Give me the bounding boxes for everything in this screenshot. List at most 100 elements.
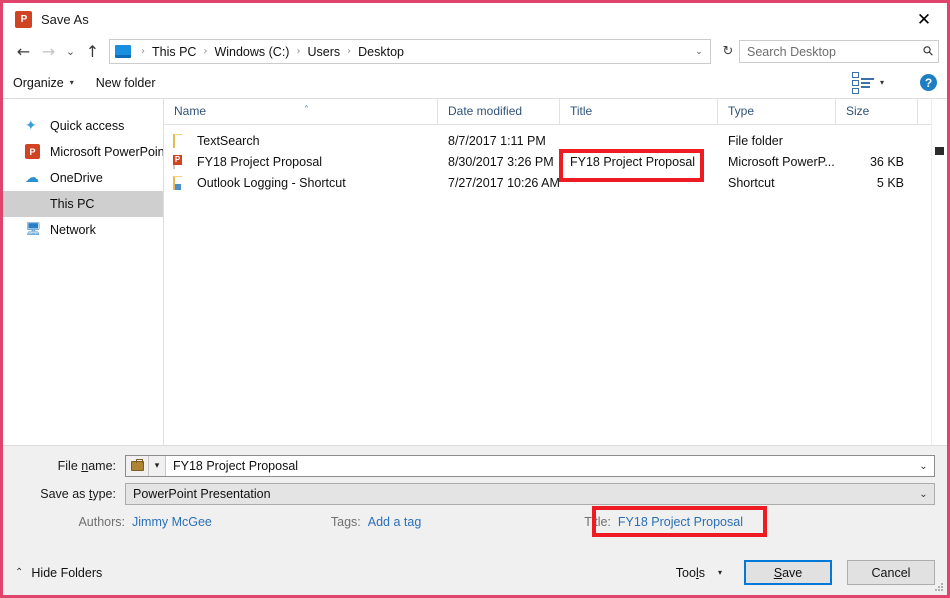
authors-label: Authors: [3,515,125,529]
sidebar-item-label: Quick access [50,119,124,133]
hide-folders-label: Hide Folders [31,566,102,580]
column-header-type[interactable]: Type [718,99,836,124]
column-header-label: Size [846,104,869,118]
save-button[interactable]: Save [744,560,832,585]
save-as-dialog: P Save As ✕ ← → ⌄ ↑ › This PC › Windows … [0,0,950,598]
file-name-row: File name: ▾ FY18 Project Proposal ⌄ [3,455,947,477]
file-name-input[interactable]: ▾ FY18 Project Proposal ⌄ [125,455,935,477]
column-header-name[interactable]: Name ˄ [164,99,438,124]
refresh-icon[interactable]: ↻ [717,40,739,63]
cancel-button[interactable]: Cancel [847,560,935,585]
chevron-down-icon: ▾ [70,78,74,87]
file-rows: TextSearch 8/7/2017 1:11 PM File folder … [164,125,947,445]
chevron-down-icon[interactable]: ▾ [149,456,166,476]
file-list-pane: Name ˄ Date modified Title Type Size [164,99,947,445]
scrollbar-thumb[interactable] [935,147,944,155]
chevron-down-icon: ▾ [880,78,884,87]
chevron-down-icon[interactable]: ⌄ [688,41,710,62]
table-row[interactable]: Outlook Logging - Shortcut 7/27/2017 10:… [164,172,947,193]
organize-button[interactable]: Organize ▾ [13,76,74,90]
new-folder-label: New folder [96,76,156,90]
tools-button[interactable]: Tools ▾ [667,561,731,585]
recent-locations-button[interactable]: ⌄ [61,39,80,64]
save-as-type-select[interactable]: PowerPoint Presentation ⌄ [125,483,935,505]
label-part: Too [676,566,696,580]
breadcrumb-separator: › [135,46,151,57]
computer-icon [25,196,41,212]
onedrive-cloud-icon: ☁ [25,170,41,186]
size-cell: 5 KB [836,176,918,190]
search-input[interactable]: Search Desktop ⚲ [739,40,939,63]
window-title: Save As [41,12,89,27]
close-icon[interactable]: ✕ [901,3,947,36]
sidebar-item-microsoft-powerpoint[interactable]: P Microsoft PowerPoin [3,139,163,165]
access-key: S [774,566,782,580]
help-icon[interactable]: ? [920,74,937,91]
label-part: ame: [88,459,116,473]
table-row[interactable]: FY18 Project Proposal 8/30/2017 3:26 PM … [164,151,947,172]
organize-label: Organize [13,76,64,90]
chevron-down-icon[interactable]: ⌄ [913,456,934,476]
breadcrumb-desktop[interactable]: Desktop [357,45,405,59]
date-modified-cell: 8/7/2017 1:11 PM [438,134,560,148]
address-bar[interactable]: › This PC › Windows (C:) › Users › Deskt… [109,39,711,64]
back-button[interactable]: ← [11,39,36,64]
sidebar-item-onedrive[interactable]: ☁ OneDrive [3,165,163,191]
breadcrumb-separator: › [197,46,213,57]
file-name-cell: TextSearch [164,134,438,148]
type-cell: Microsoft PowerP... [718,155,836,169]
save-as-type-row: Save as type: PowerPoint Presentation ⌄ [3,483,947,505]
search-placeholder: Search Desktop [747,45,924,59]
table-row[interactable]: TextSearch 8/7/2017 1:11 PM File folder [164,130,947,151]
chevron-down-icon[interactable]: ⌄ [913,489,934,500]
chevron-up-icon: ⌃ [15,567,23,578]
column-header-title[interactable]: Title [560,99,718,124]
breadcrumb-separator: › [341,46,357,57]
breadcrumb-this-pc[interactable]: This PC [151,45,197,59]
breadcrumb-windows-c[interactable]: Windows (C:) [213,45,290,59]
up-button[interactable]: ↑ [80,39,105,64]
navigation-sidebar: ✦ Quick access P Microsoft PowerPoin ☁ O… [3,99,164,445]
save-label: Save [774,566,803,580]
type-cell: Shortcut [718,176,836,190]
column-header-label: Type [728,104,754,118]
type-cell: File folder [718,134,836,148]
date-modified-cell: 8/30/2017 3:26 PM [438,155,560,169]
breadcrumb-separator: › [290,46,306,57]
sidebar-item-network[interactable]: 🖥 Network [3,217,163,243]
metadata-row: Authors: Jimmy McGee Tags: Add a tag Tit… [3,511,947,533]
change-view-button[interactable]: ▾ [852,72,884,94]
file-name-label: TextSearch [197,134,260,148]
forward-button[interactable]: → [36,39,61,64]
footer-actions: Tools ▾ Save Cancel [667,560,935,585]
breadcrumb-users[interactable]: Users [306,45,341,59]
column-header-label: Name [174,104,206,118]
title-field[interactable]: FY18 Project Proposal [618,515,743,529]
label-part: s [699,566,705,580]
authors-value[interactable]: Jimmy McGee [132,515,212,529]
size-cell: 36 KB [836,155,918,169]
resize-grip[interactable] [935,583,944,592]
file-name-value: FY18 Project Proposal [166,456,913,476]
sidebar-item-this-pc[interactable]: This PC [3,191,163,217]
label-part: ype: [92,487,116,501]
command-bar: Organize ▾ New folder ▾ ? [3,67,947,99]
star-icon: ✦ [25,118,41,134]
view-list-icon [852,72,874,94]
save-form: File name: ▾ FY18 Project Proposal ⌄ Sav… [3,445,947,550]
file-name-cell: Outlook Logging - Shortcut [164,176,438,190]
add-a-tag-field[interactable]: Add a tag [368,515,422,529]
new-folder-button[interactable]: New folder [96,76,156,90]
chevron-down-icon: ▾ [718,568,722,577]
column-header-date-modified[interactable]: Date modified [438,99,560,124]
powerpoint-file-icon [173,155,189,169]
vertical-scrollbar[interactable] [931,99,947,445]
hide-folders-button[interactable]: ⌃ Hide Folders [15,566,102,580]
command-bar-right: ▾ ? [852,72,937,94]
label-part: Save as [40,487,89,501]
file-name-label: File name: [3,459,125,473]
computer-icon [115,45,131,58]
sidebar-item-quick-access[interactable]: ✦ Quick access [3,113,163,139]
briefcase-icon[interactable] [126,456,149,476]
column-header-size[interactable]: Size [836,99,918,124]
